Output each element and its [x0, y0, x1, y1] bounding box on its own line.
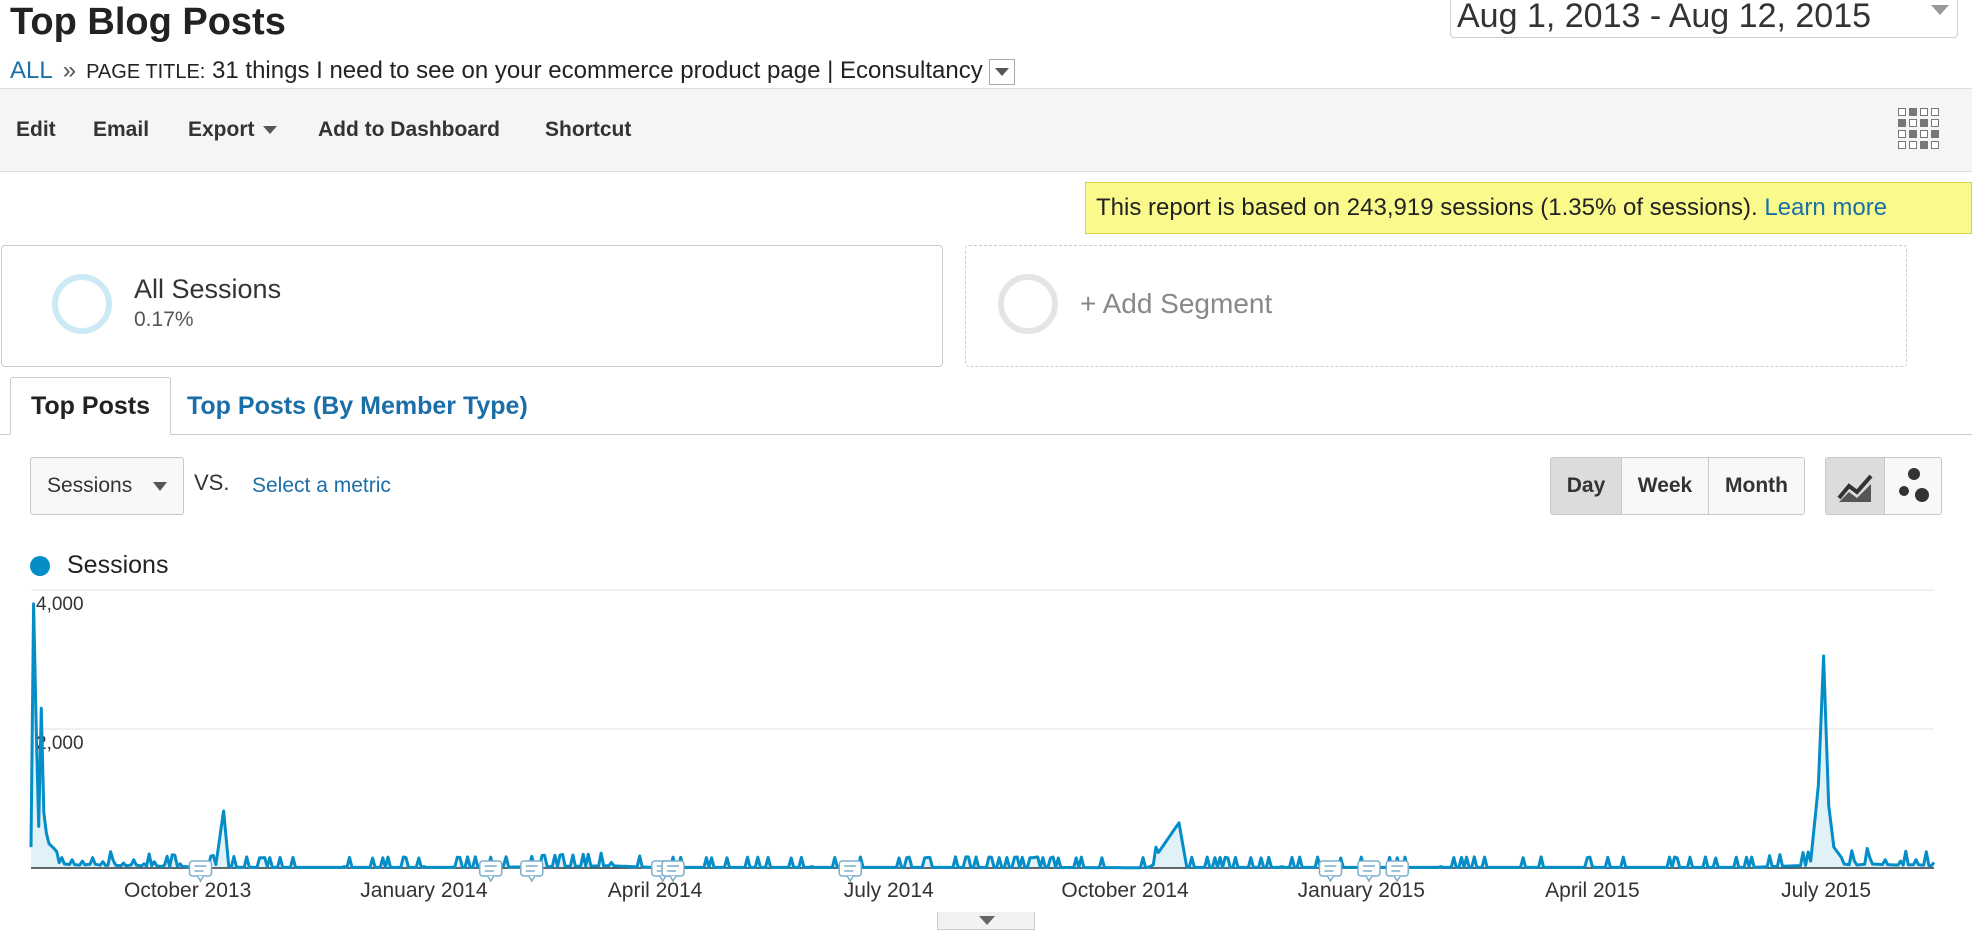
shortcut-button[interactable]: Shortcut [545, 118, 631, 142]
breadcrumb: ALL » PAGE TITLE: 31 things I need to see … [10, 55, 1015, 88]
granularity-week-button[interactable]: Week [1621, 457, 1709, 515]
chart-series-line [29, 602, 1936, 870]
motion-chart-icon [1899, 468, 1929, 502]
date-range-picker[interactable]: Aug 1, 2013 - Aug 12, 2015 [1450, 0, 1958, 38]
export-button[interactable]: Export [188, 118, 277, 142]
learn-more-link[interactable]: Learn more [1764, 194, 1887, 221]
vs-label: VS. [194, 470, 230, 495]
metric-select[interactable]: Sessions [30, 457, 184, 515]
breadcrumb-dropdown-button[interactable] [988, 58, 1015, 85]
report-toolbar: Edit Email Export Add to Dashboard Short… [0, 88, 1972, 172]
annotation-icon[interactable] [478, 860, 503, 883]
breadcrumb-all-link[interactable]: ALL [10, 57, 53, 84]
motion-chart-button[interactable] [1884, 457, 1942, 515]
annotation-icon[interactable] [838, 860, 862, 883]
annotation-icon[interactable] [520, 860, 544, 883]
chart-series-area [31, 603, 1934, 868]
chevron-down-icon [153, 482, 167, 491]
select-metric-link[interactable]: Select a metric [252, 474, 391, 498]
collapse-chart-toggle[interactable] [937, 912, 1035, 930]
segment-ring-icon [52, 274, 112, 334]
app-grid-icon[interactable] [1898, 108, 1939, 149]
x-tick-label: April 2015 [1545, 879, 1640, 902]
breadcrumb-dimension-label: PAGE TITLE: [86, 61, 206, 83]
granularity-day-button[interactable]: Day [1550, 457, 1622, 515]
annotation-icon[interactable] [188, 860, 213, 883]
x-tick-label: July 2015 [1781, 879, 1871, 902]
tab-top-posts[interactable]: Top Posts [10, 377, 171, 435]
segment-percent: 0.17% [134, 308, 194, 331]
legend-label: Sessions [67, 551, 169, 579]
annotation-icon[interactable] [1318, 860, 1343, 883]
segment-ring-icon [998, 274, 1058, 334]
x-tick-label: July 2014 [844, 879, 934, 902]
x-tick-label: January 2014 [360, 879, 488, 902]
edit-button[interactable]: Edit [16, 118, 56, 142]
sampling-notice-text: This report is based on 243,919 sessions… [1096, 194, 1765, 221]
annotation-icon[interactable] [1357, 860, 1381, 883]
x-tick-label: April 2014 [608, 879, 703, 902]
metric-select-value: Sessions [47, 474, 133, 497]
segment-card-all-sessions[interactable]: All Sessions 0.17% [1, 245, 943, 367]
granularity-month-button[interactable]: Month [1708, 457, 1805, 515]
sampling-notice: This report is based on 243,919 sessions… [1085, 182, 1972, 234]
export-button-label: Export [188, 118, 255, 141]
x-tick-label: October 2013 [124, 879, 251, 902]
chevron-down-icon [262, 126, 277, 135]
x-tick-label: January 2015 [1298, 879, 1425, 902]
date-range-label: Aug 1, 2013 - Aug 12, 2015 [1457, 0, 1872, 35]
y-tick-label: 4,000 [36, 594, 84, 615]
tab-top-posts-by-member-type[interactable]: Top Posts (By Member Type) [187, 392, 528, 421]
add-to-dashboard-button[interactable]: Add to Dashboard [318, 118, 500, 142]
x-tick-label: October 2014 [1061, 879, 1189, 902]
page-title: Top Blog Posts [10, 1, 286, 43]
add-segment-label: + Add Segment [1080, 288, 1273, 319]
email-button-label: Email [93, 118, 150, 141]
segment-name: All Sessions [134, 274, 282, 304]
line-chart-button[interactable] [1825, 457, 1885, 515]
annotation-icon[interactable] [1385, 860, 1410, 883]
add-segment-card[interactable]: + Add Segment [965, 245, 1907, 367]
breadcrumb-page-title: 31 things I need to see on your ecommerc… [212, 57, 983, 84]
email-button[interactable]: Email [93, 118, 149, 142]
sessions-line-chart[interactable]: 2,0004,000 October 2013 January 2014 April… [0, 580, 1972, 910]
legend-swatch [30, 556, 50, 576]
chevron-down-icon [1931, 5, 1949, 15]
tab-divider [0, 434, 1972, 435]
line-chart-icon [1837, 474, 1873, 502]
breadcrumb-separator: » [62, 57, 77, 84]
